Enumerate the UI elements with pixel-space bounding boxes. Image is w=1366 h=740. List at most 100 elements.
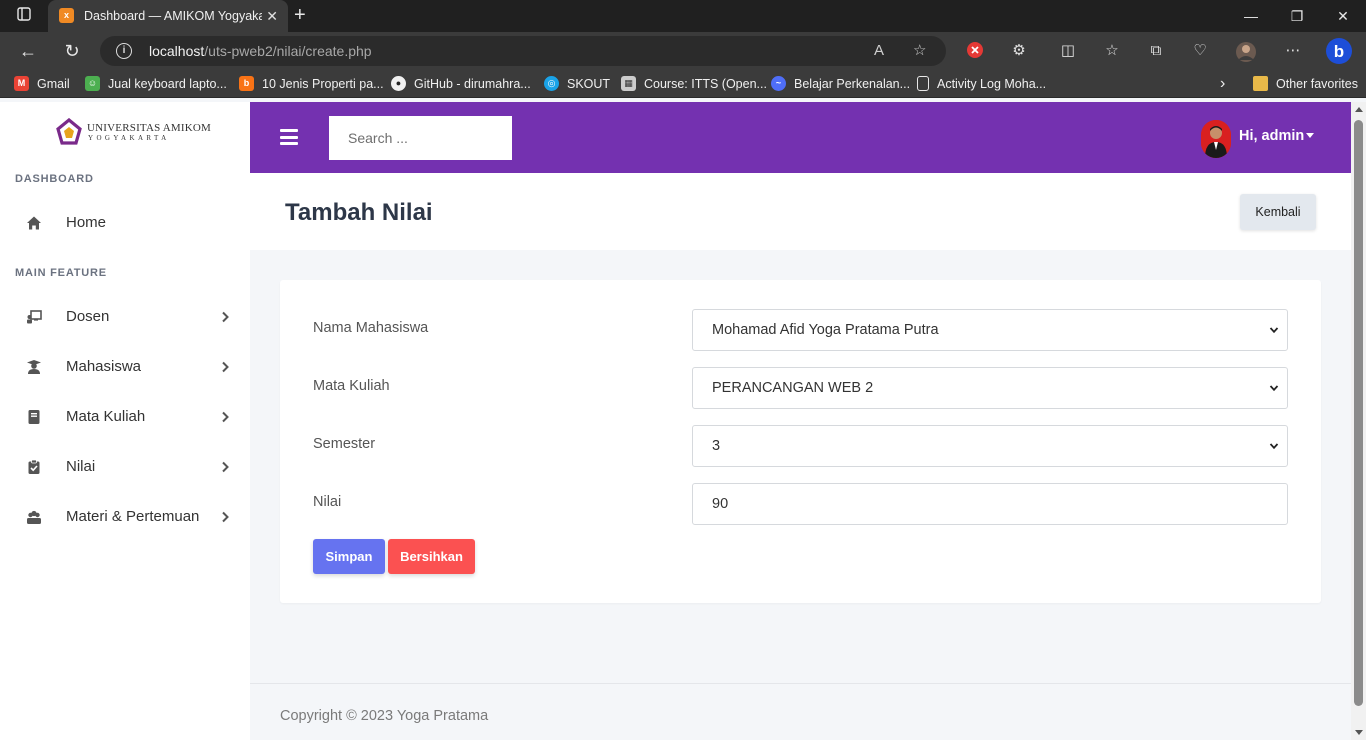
bookmark-properti[interactable]: b 10 Jenis Properti pa... <box>239 70 384 98</box>
restore-icon[interactable]: ❐ <box>1274 0 1320 32</box>
avatar[interactable] <box>1201 120 1231 158</box>
favorite-star-icon[interactable]: ☆ <box>913 36 926 66</box>
profile-avatar-icon[interactable] <box>1235 41 1256 62</box>
sidebar-item-label: Home <box>66 214 107 231</box>
moodle-icon: ▦ <box>621 76 636 92</box>
brand-name: UNIVERSITAS AMIKOM <box>87 122 212 134</box>
select-value: 3 <box>712 438 721 454</box>
sidebar-item-home[interactable]: Home <box>0 203 250 243</box>
minimize-icon[interactable]: — <box>1228 0 1274 32</box>
semester-select[interactable]: 3 <box>692 425 1288 467</box>
field-label-nilai: Nilai <box>313 494 342 510</box>
chevron-down-icon <box>1269 327 1279 334</box>
bookmark-activity-log[interactable]: Activity Log Moha... <box>917 70 1046 98</box>
copyright-text: Copyright © 2023 Yoga Pratama <box>280 708 489 724</box>
chevron-down-icon <box>1269 443 1279 450</box>
folder-icon <box>1253 76 1268 92</box>
url-text[interactable]: localhost/uts-pweb2/nilai/create.php <box>149 36 372 66</box>
extensions-icon[interactable]: ⚙ <box>1009 41 1029 61</box>
bookmarks-bar: M Gmail ☺ Jual keyboard lapto... b 10 Jenis… <box>0 70 1366 98</box>
scrollbar-thumb[interactable] <box>1354 120 1363 706</box>
scroll-down-arrow-icon[interactable] <box>1355 730 1363 735</box>
sidebar-item-materi-pertemuan[interactable]: Materi & Pertemuan <box>0 497 250 537</box>
mata-kuliah-select[interactable]: PERANCANGAN WEB 2 <box>692 367 1288 409</box>
blocker-extension-icon[interactable] <box>965 41 985 61</box>
chevron-right-icon <box>222 461 229 473</box>
tab-actions-icon[interactable] <box>10 0 38 32</box>
back-arrow-icon[interactable]: ← <box>11 32 45 70</box>
favorites-icon[interactable]: ☆ <box>1102 41 1122 61</box>
caret-down-icon[interactable] <box>1306 133 1314 138</box>
users-icon <box>27 510 41 524</box>
bing-copilot-icon[interactable]: b <box>1325 37 1353 65</box>
nilai-input[interactable]: 90 <box>692 483 1288 525</box>
blog-icon: b <box>239 76 254 92</box>
form-card: Nama Mahasiswa Mohamad Afid Yoga Pratama… <box>280 280 1321 603</box>
sidebar-item-label: Nilai <box>66 458 96 475</box>
brand-city: YOGYAKARTA <box>88 134 170 142</box>
sidebar-item-label: Mahasiswa <box>66 358 142 375</box>
bookmark-github[interactable]: ● GitHub - dirumahra... <box>391 70 531 98</box>
book-icon <box>28 410 40 424</box>
page-header: Tambah Nilai Kembali <box>250 173 1351 250</box>
bookmark-gmail[interactable]: M Gmail <box>14 70 70 98</box>
bookmark-other-favorites[interactable]: Other favorites <box>1253 70 1358 98</box>
browser-toolbar: ← ↻ i localhost/uts-pweb2/nilai/create.p… <box>0 32 1366 70</box>
address-bar[interactable]: i localhost/uts-pweb2/nilai/create.php A… <box>100 36 946 66</box>
reset-button[interactable]: Bersihkan <box>388 539 475 574</box>
user-graduate-icon <box>27 360 41 374</box>
bookmark-tokopedia[interactable]: ☺ Jual keyboard lapto... <box>85 70 227 98</box>
chevron-right-icon <box>222 511 229 523</box>
bookmark-course[interactable]: ▦ Course: ITTS (Open... <box>621 70 767 98</box>
hamburger-menu-icon[interactable] <box>280 129 298 145</box>
split-screen-icon[interactable]: ◫ <box>1058 41 1078 61</box>
chevron-right-icon <box>222 361 229 373</box>
section-heading-dashboard: DASHBOARD <box>15 173 94 185</box>
home-icon <box>27 216 41 230</box>
chevron-right-icon <box>222 311 229 323</box>
sidebar-item-nilai[interactable]: Nilai <box>0 447 250 487</box>
xampp-favicon-icon: x <box>59 8 74 23</box>
sidebar-item-dosen[interactable]: Dosen <box>0 297 250 337</box>
site-info-icon[interactable]: i <box>116 43 132 59</box>
github-icon: ● <box>391 76 406 92</box>
browser-tab-active[interactable]: x Dashboard — AMIKOM Yogyakarta ✕ <box>48 0 288 32</box>
bookmarks-overflow-chevron-icon[interactable]: › <box>1220 70 1225 98</box>
vertical-scrollbar[interactable] <box>1351 102 1366 740</box>
more-menu-icon[interactable]: ⋯ <box>1283 41 1303 61</box>
nama-mahasiswa-select[interactable]: Mohamad Afid Yoga Pratama Putra <box>692 309 1288 351</box>
field-label-mata-kuliah: Mata Kuliah <box>313 378 390 394</box>
sidebar-item-mata-kuliah[interactable]: Mata Kuliah <box>0 397 250 437</box>
sidebar-item-label: Dosen <box>66 308 110 325</box>
search-input[interactable] <box>329 116 512 160</box>
tokopedia-icon: ☺ <box>85 76 100 92</box>
sidebar-item-label: Materi & Pertemuan <box>66 508 200 525</box>
document-icon <box>917 76 929 92</box>
select-value: PERANCANGAN WEB 2 <box>712 380 874 396</box>
back-button[interactable]: Kembali <box>1240 194 1316 230</box>
page-title: Tambah Nilai <box>285 199 433 226</box>
window-close-icon[interactable]: ✕ <box>1320 0 1366 32</box>
field-label-semester: Semester <box>313 436 376 452</box>
section-heading-main-feature: MAIN FEATURE <box>15 267 107 279</box>
app-viewport: UNIVERSITAS AMIKOM YOGYAKARTA DASHBOARD … <box>0 102 1366 740</box>
sidebar-item-mahasiswa[interactable]: Mahasiswa <box>0 347 250 387</box>
bookmark-belajar[interactable]: ~ Belajar Perkenalan... <box>771 70 910 98</box>
save-button[interactable]: Simpan <box>313 539 385 574</box>
read-aloud-icon[interactable]: A <box>874 36 884 66</box>
reload-icon[interactable]: ↻ <box>55 32 89 70</box>
belajar-icon: ~ <box>771 76 786 92</box>
scroll-up-arrow-icon[interactable] <box>1355 107 1363 112</box>
performance-icon[interactable]: ♡ <box>1190 41 1210 61</box>
user-greeting[interactable]: Hi, admin <box>1239 102 1304 170</box>
chevron-down-icon <box>1269 385 1279 392</box>
top-navbar: Hi, admin <box>250 102 1351 173</box>
gmail-icon: M <box>14 76 29 92</box>
collections-icon[interactable]: ⧉ <box>1146 41 1166 61</box>
bookmark-skout[interactable]: ◎ SKOUT <box>544 70 610 98</box>
browser-tab-bar: x Dashboard — AMIKOM Yogyakarta ✕ + — ❐ … <box>0 0 1366 32</box>
chalkboard-teacher-icon <box>27 310 42 324</box>
tab-close-icon[interactable]: ✕ <box>266 0 278 32</box>
new-tab-icon[interactable]: + <box>294 0 306 30</box>
field-label-nama-mahasiswa: Nama Mahasiswa <box>313 320 429 336</box>
